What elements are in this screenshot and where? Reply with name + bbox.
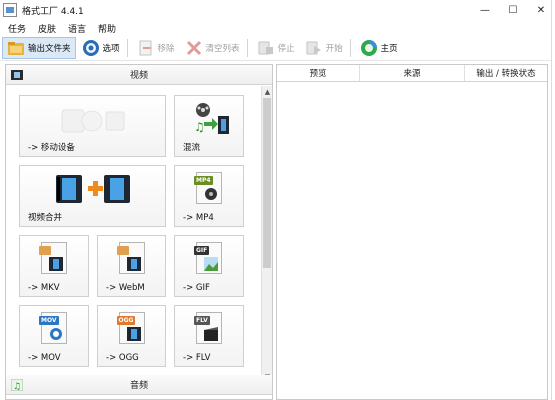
start-icon: [305, 39, 323, 57]
tile-ogg-label: -> OGG: [106, 353, 139, 363]
video-category-label: 视频: [129, 71, 148, 81]
scroll-thumb[interactable]: [263, 98, 271, 268]
clear-list-button[interactable]: 清空列表: [181, 37, 244, 59]
maximize-button[interactable]: ☐: [499, 0, 527, 20]
mix-icon: ♫: [192, 102, 230, 141]
flv-file-icon: FLV: [194, 312, 222, 344]
tile-mp4-label: -> MP4: [183, 213, 214, 223]
tile-flv-label: -> FLV: [183, 353, 211, 363]
audio-category-label: 音频: [129, 381, 148, 391]
menu-task[interactable]: 任务: [8, 22, 26, 35]
tile-mkv[interactable]: -> MKV: [19, 235, 89, 297]
mobile-device-icon: [58, 106, 128, 139]
tile-mp4[interactable]: MP4 -> MP4: [174, 165, 244, 227]
audio-category-header[interactable]: ♫ 音频: [6, 375, 272, 395]
tile-mkv-label: -> MKV: [28, 283, 60, 293]
mkv-badge: [39, 246, 51, 255]
remove-icon: [137, 39, 155, 57]
webm-file-icon: [116, 242, 145, 274]
home-label: 主页: [380, 44, 398, 54]
tile-mix-label: 混流: [183, 143, 201, 153]
menu-language[interactable]: 语言: [68, 22, 86, 35]
folder-icon: [7, 39, 25, 57]
mkv-file-icon: [39, 242, 67, 274]
ogg-badge: OGG: [116, 316, 136, 325]
tile-mobile-device-label: -> 移动设备: [28, 143, 75, 153]
toolbar-separator: [349, 39, 351, 57]
minimize-button[interactable]: —: [471, 0, 499, 20]
toolbar-separator: [126, 39, 128, 57]
gif-file-icon: GIF: [194, 242, 222, 274]
remove-label: 移除: [157, 44, 175, 54]
output-folder-label: 输出文件夹: [28, 44, 71, 54]
tile-gif[interactable]: GIF -> GIF: [174, 235, 244, 297]
tile-video-merge[interactable]: 视频合并: [19, 165, 166, 227]
ogg-file-icon: OGG: [116, 312, 145, 344]
tile-ogg[interactable]: OGG -> OGG: [97, 305, 166, 367]
tile-gif-label: -> GIF: [183, 283, 210, 293]
toolbar-separator: [246, 39, 248, 57]
mov-file-icon: MOV: [39, 312, 67, 344]
options-label: 选项: [102, 44, 120, 54]
svg-text:♫: ♫: [194, 120, 205, 134]
window-title: 格式工厂 4.4.1: [22, 6, 84, 17]
video-category-header[interactable]: 视频: [6, 65, 272, 85]
tile-webm-label: -> WebM: [106, 283, 145, 293]
function-panel-scrollbar[interactable]: ▲ ▼: [261, 86, 272, 382]
column-preview[interactable]: 预览: [277, 65, 360, 81]
options-button[interactable]: 选项: [78, 37, 124, 59]
menu-skin[interactable]: 皮肤: [38, 22, 56, 35]
tile-webm[interactable]: -> WebM: [97, 235, 166, 297]
webm-badge: [116, 246, 129, 255]
tile-mix[interactable]: ♫ 混流: [174, 95, 244, 157]
start-button[interactable]: 开始: [301, 37, 347, 59]
tile-flv[interactable]: FLV -> FLV: [174, 305, 244, 367]
tile-mov-label: -> MOV: [28, 353, 61, 363]
clear-list-icon: [185, 39, 203, 57]
gif-badge: GIF: [194, 246, 210, 255]
video-merge-icon: [55, 174, 130, 207]
tile-mov[interactable]: MOV -> MOV: [19, 305, 89, 367]
start-label: 开始: [325, 44, 343, 54]
task-list-header: 预览 来源 输出 / 转换状态: [277, 65, 547, 82]
app-icon: [3, 3, 17, 17]
task-list: 预览 来源 输出 / 转换状态: [276, 64, 548, 400]
output-folder-button[interactable]: 输出文件夹: [2, 37, 76, 59]
gear-icon: [82, 39, 100, 57]
column-source[interactable]: 来源: [360, 65, 465, 81]
stop-label: 停止: [277, 44, 295, 54]
column-output-status[interactable]: 输出 / 转换状态: [465, 65, 547, 81]
stop-icon: [257, 39, 275, 57]
video-function-grid: -> 移动设备 ♫ 混流 视频合并 MP4 -> MP4 -> MKV -> W…: [6, 86, 262, 382]
window-right-border: [551, 0, 555, 400]
menu-help[interactable]: 帮助: [98, 22, 116, 35]
stop-button[interactable]: 停止: [253, 37, 299, 59]
tile-video-merge-label: 视频合并: [28, 213, 63, 223]
toolbar: 输出文件夹 选项 移除 清空列表 停止 开始 主页: [0, 36, 555, 61]
title-bar: 格式工厂 4.4.1 — ☐ ✕: [0, 0, 555, 20]
mp4-badge: MP4: [194, 176, 213, 185]
window-controls: — ☐ ✕: [471, 0, 555, 20]
mp4-file-icon: MP4: [194, 172, 222, 204]
flv-badge: FLV: [194, 316, 210, 325]
scroll-up-arrow-icon[interactable]: ▲: [262, 86, 272, 97]
clear-list-label: 清空列表: [205, 44, 240, 54]
remove-button[interactable]: 移除: [133, 37, 179, 59]
home-icon: [360, 39, 378, 57]
home-button[interactable]: 主页: [356, 37, 402, 59]
tile-mobile-device[interactable]: -> 移动设备: [19, 95, 166, 157]
function-panel: 视频 -> 移动设备 ♫ 混流 视频合并 MP4 -> MP4 -> MKV -…: [5, 64, 273, 400]
mov-badge: MOV: [39, 316, 59, 325]
menu-bar: 任务 皮肤 语言 帮助: [0, 20, 555, 36]
